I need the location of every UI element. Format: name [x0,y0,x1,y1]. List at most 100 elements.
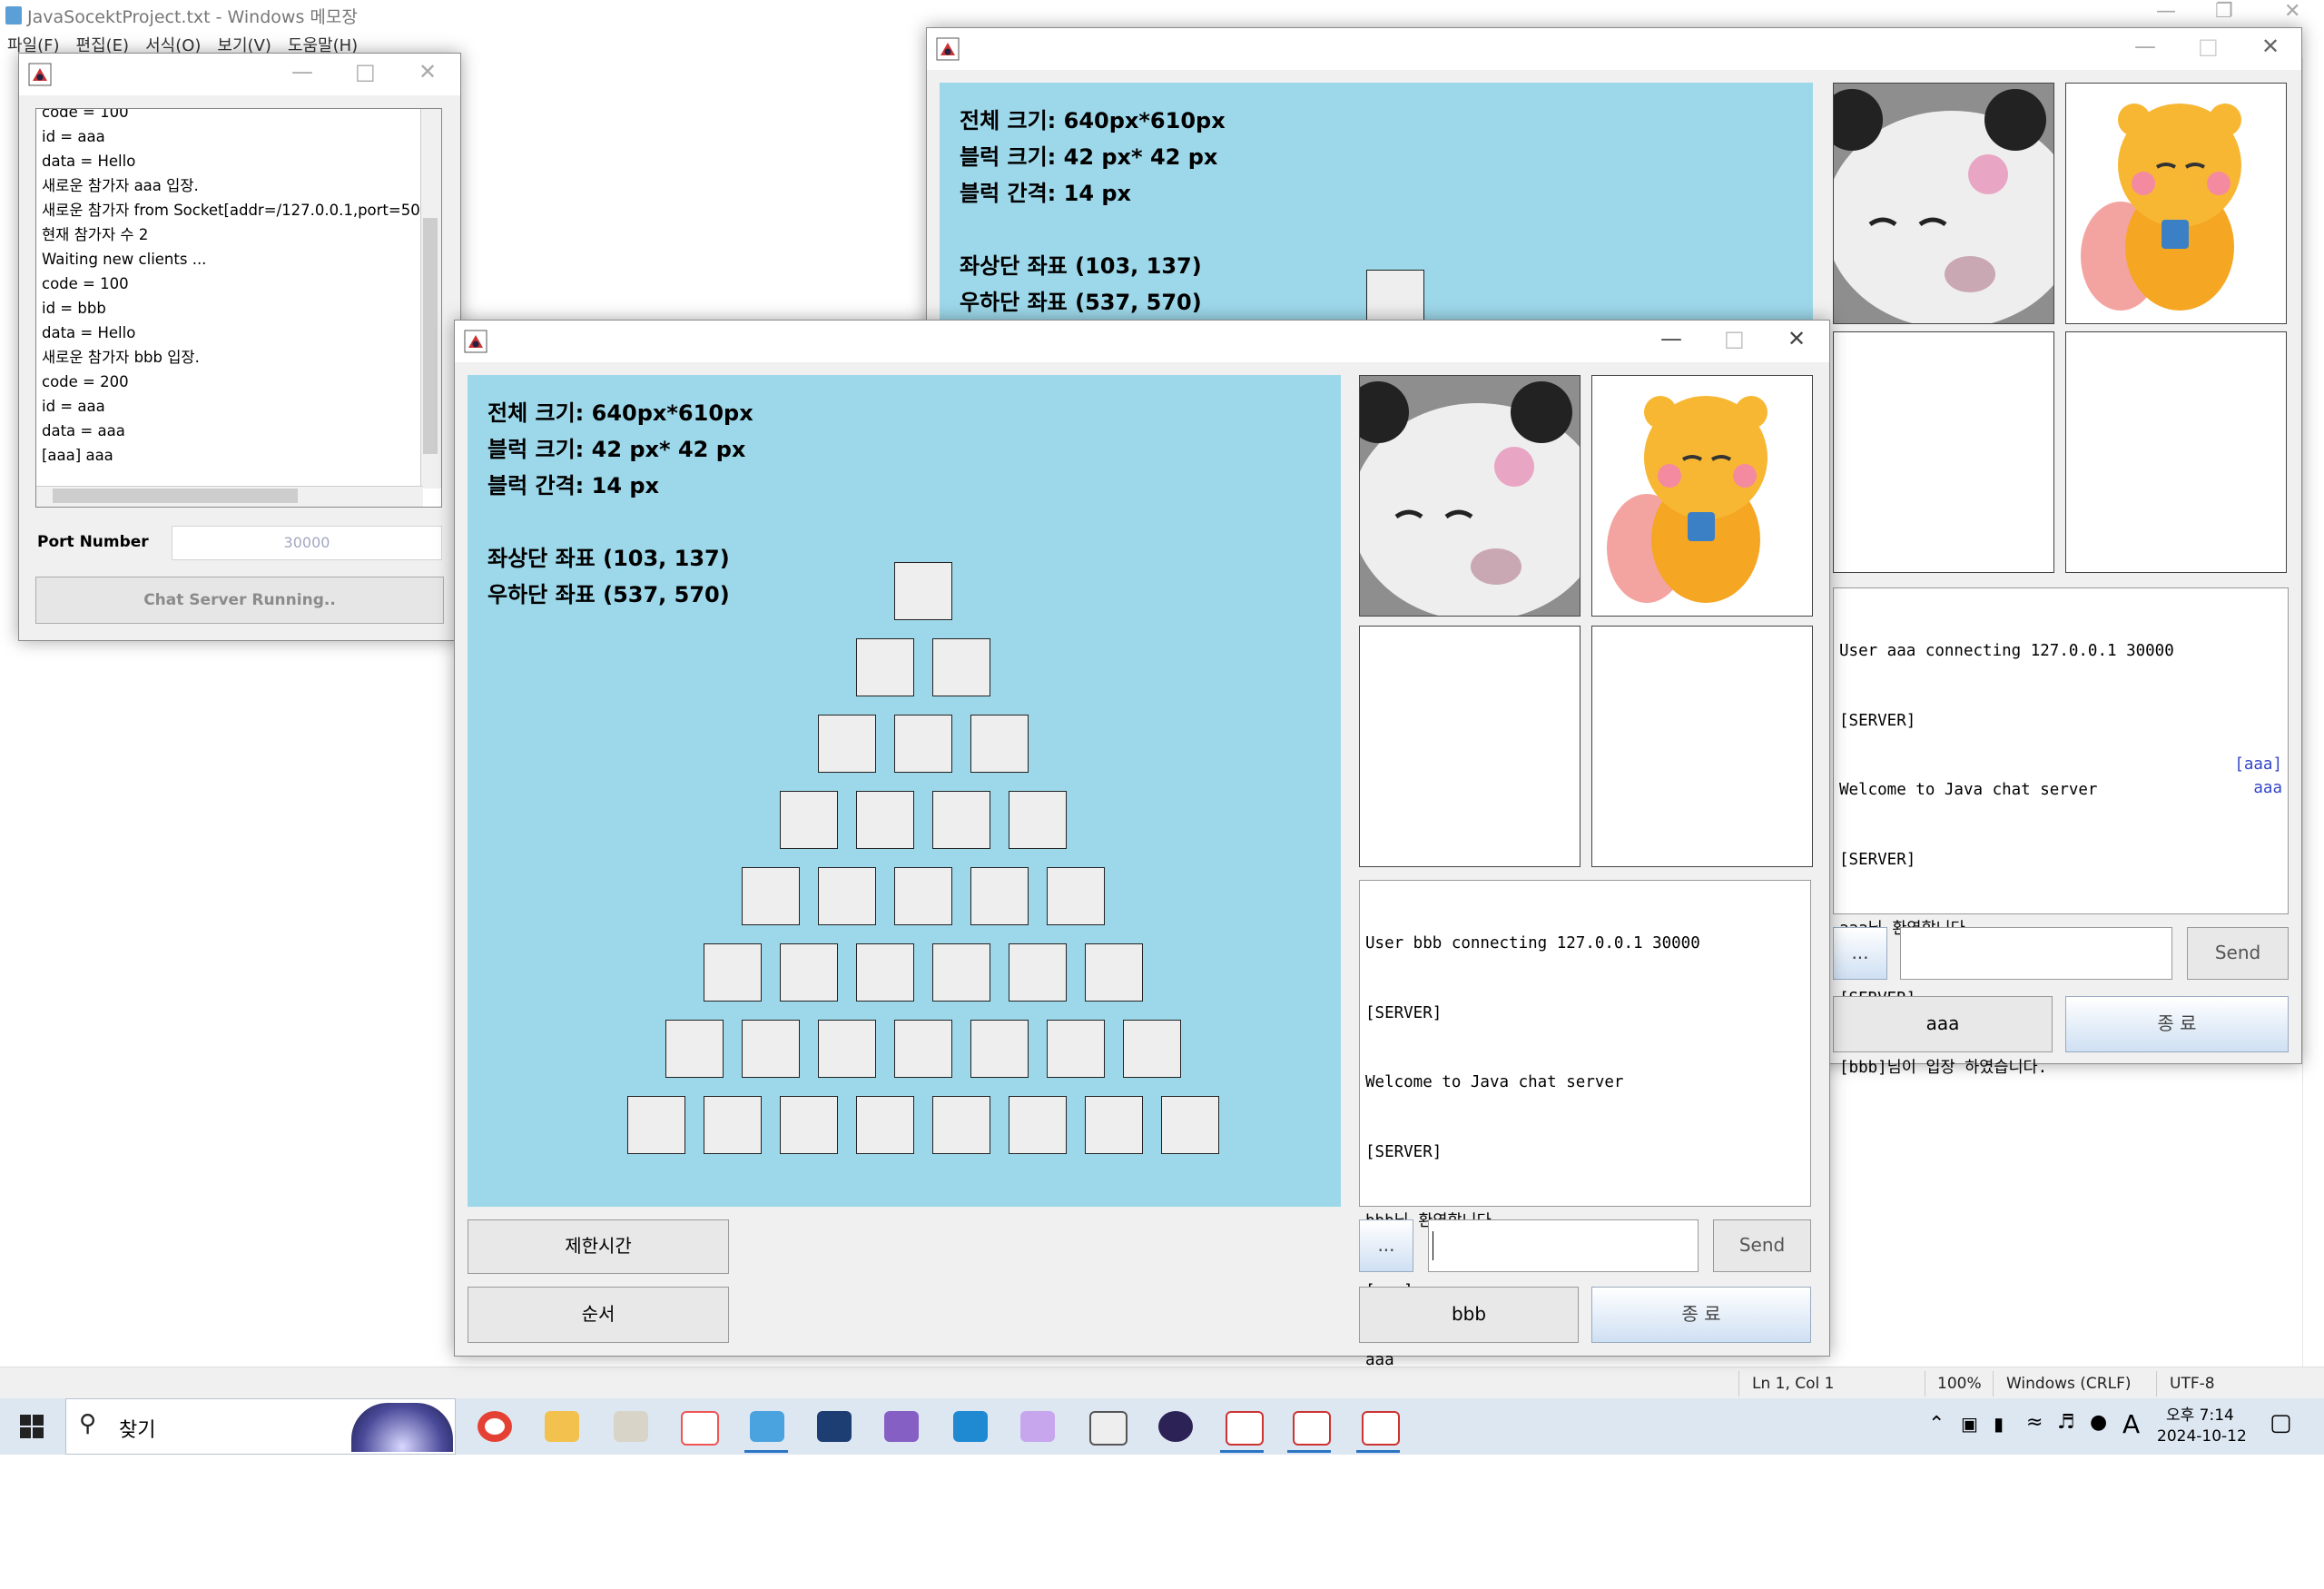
chat-log[interactable]: User bbb connecting 127.0.0.1 30000 [SER… [1359,880,1811,1369]
server-running-button[interactable]: Chat Server Running.. [35,577,444,624]
minimize-icon[interactable]: — [1660,326,1682,351]
log-vertical-scrollbar[interactable] [420,109,441,489]
pyramid-block[interactable] [1085,1096,1143,1154]
pyramid-block[interactable] [856,943,914,1002]
scroll-thumb[interactable] [423,218,438,454]
windows-start-icon[interactable] [20,1415,44,1438]
visual-studio-icon[interactable] [884,1411,919,1442]
chrome-icon[interactable] [478,1411,512,1442]
pyramid-block[interactable] [932,638,990,696]
notepad-taskbar-icon[interactable] [750,1411,784,1442]
maximize-icon[interactable]: □ [2198,34,2219,59]
unity-icon[interactable] [1089,1411,1128,1446]
log-horizontal-scrollbar[interactable] [36,486,423,507]
pyramid-block[interactable] [742,867,800,925]
battery-icon[interactable]: ▮ [1994,1413,2004,1435]
pyramid-block[interactable] [856,1096,914,1154]
app-icon[interactable] [1020,1411,1055,1442]
pyramid-block[interactable] [970,867,1029,925]
maximize-icon[interactable]: □ [355,59,376,84]
pyramid-block[interactable] [1047,1020,1105,1078]
close-icon[interactable]: ✕ [2261,34,2280,59]
exit-button[interactable]: 종 료 [1591,1287,1811,1343]
user-name-button[interactable]: aaa [1833,996,2053,1052]
maximize-icon[interactable]: □ [1724,326,1745,351]
eclipse-icon[interactable] [1158,1411,1193,1442]
pyramid-block[interactable] [856,638,914,696]
chat-line: User bbb connecting 127.0.0.1 30000 [1365,934,1700,952]
scroll-thumb[interactable] [53,489,298,503]
pyramid-block[interactable] [627,1096,685,1154]
taskbar-search-box[interactable]: ⚲ 찾기 [65,1398,456,1455]
pyramid-block[interactable] [665,1020,724,1078]
send-button[interactable]: Send [2187,927,2289,980]
devcpp-icon[interactable] [817,1411,852,1442]
chat-bubble-icon[interactable]: ● [2090,1411,2107,1434]
chat-input[interactable] [1900,927,2172,980]
close-icon[interactable]: ✕ [1787,326,1806,351]
java-app-icon[interactable] [1293,1411,1331,1446]
time-limit-button[interactable]: 제한시간 [468,1219,729,1274]
pyramid-block[interactable] [780,943,838,1002]
close-icon[interactable]: ✕ [2284,0,2300,23]
attach-button[interactable]: ... [1833,927,1887,980]
pyramid-block[interactable] [932,791,990,849]
minimize-icon[interactable]: — [2134,34,2156,59]
pyramid-block[interactable] [742,1020,800,1078]
notepad-scrollbar[interactable] [2302,58,2324,1367]
pyramid-block[interactable] [818,715,876,773]
attach-button[interactable]: ... [1359,1219,1413,1272]
pyramid-block[interactable] [1085,943,1143,1002]
pyramid-block[interactable] [818,867,876,925]
pyramid-block[interactable] [1009,1096,1067,1154]
exit-button[interactable]: 종 료 [2065,996,2289,1052]
vscode-icon[interactable] [953,1411,988,1442]
pyramid-block[interactable] [894,562,952,620]
notification-icon[interactable]: ▢ [2270,1409,2292,1436]
java-app-icon[interactable] [1226,1411,1264,1446]
minimize-icon[interactable]: — [2156,0,2176,23]
pyramid-block[interactable] [1161,1096,1219,1154]
clock-date[interactable]: 2024-10-12 [2157,1427,2247,1446]
chat-log[interactable]: User aaa connecting 127.0.0.1 30000 [SER… [1833,587,2289,1077]
pyramid-block[interactable] [932,1096,990,1154]
pyramid-block[interactable] [818,1020,876,1078]
game-panel[interactable]: 전체 크기: 640px*610px 블럭 크기: 42 px* 42 px 블… [468,375,1341,1207]
paint-icon[interactable] [614,1411,648,1442]
clock-time[interactable]: 오후 7:14 [2166,1402,2234,1425]
pyramid-block[interactable] [780,791,838,849]
minimize-icon[interactable]: — [291,59,313,84]
pyramid-block[interactable] [1047,867,1105,925]
volume-icon[interactable]: ♬ [2057,1411,2075,1434]
send-button[interactable]: Send [1713,1219,1811,1272]
pyramid-block[interactable] [1123,1020,1181,1078]
info-block-gap: 블럭 간격: 14 px [487,473,660,498]
pyramid-block[interactable] [1009,791,1067,849]
maximize-icon[interactable]: ❐ [2215,0,2233,23]
chevron-up-icon[interactable]: ⌃ [1928,1413,1945,1436]
pyramid-block[interactable] [1009,943,1067,1002]
pyramid-block[interactable] [894,1020,952,1078]
java-app-icon[interactable] [1362,1411,1400,1446]
order-button[interactable]: 순서 [468,1287,729,1343]
wifi-icon[interactable]: ≈ [2026,1411,2043,1434]
server-log[interactable]: code = 100 id = aaa data = Hello 새로운 참가자… [35,108,442,508]
pyramid-block[interactable] [932,943,990,1002]
pyramid-block[interactable] [970,1020,1029,1078]
chat-input[interactable] [1428,1219,1699,1272]
pyramid-block[interactable] [704,943,762,1002]
ime-indicator[interactable]: A [2122,1409,2140,1439]
user-name-button[interactable]: bbb [1359,1287,1579,1343]
port-input[interactable]: 30000 [172,526,442,560]
pyramid-block[interactable] [894,867,952,925]
close-icon[interactable]: ✕ [419,59,437,84]
meet-now-icon[interactable]: ▣ [1961,1413,1978,1435]
pyramid-block[interactable] [704,1096,762,1154]
pyramid-block[interactable] [856,791,914,849]
pyramid-block[interactable] [894,715,952,773]
snipping-tool-icon[interactable] [681,1411,719,1446]
pyramid-block[interactable] [970,715,1029,773]
game-panel[interactable]: 전체 크기: 640px*610px 블럭 크기: 42 px* 42 px 블… [940,83,1813,355]
pyramid-block[interactable] [780,1096,838,1154]
file-explorer-icon[interactable] [545,1411,579,1442]
